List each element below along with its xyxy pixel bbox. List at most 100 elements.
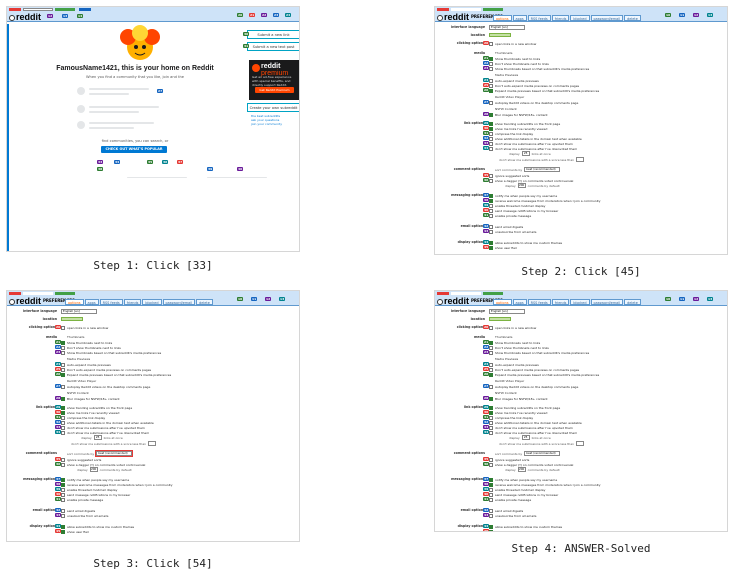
checkbox[interactable] xyxy=(61,508,65,513)
create-subreddit-button[interactable]: Create your own subreddit xyxy=(247,103,299,112)
interface-language-select[interactable]: English [en] xyxy=(489,25,525,30)
tab-4[interactable]: blocked xyxy=(570,299,590,305)
tab-3[interactable]: friends xyxy=(551,299,570,305)
checkbox[interactable] xyxy=(489,203,493,208)
checkbox[interactable] xyxy=(61,367,65,372)
tab-6[interactable]: delete xyxy=(196,299,213,305)
links-number[interactable]: 25 xyxy=(521,151,530,156)
checkbox[interactable] xyxy=(61,415,65,420)
tab-5[interactable]: password/email xyxy=(590,299,624,305)
checkbox[interactable] xyxy=(489,131,493,136)
checkbox[interactable] xyxy=(489,497,493,502)
checkbox[interactable] xyxy=(61,345,65,350)
checkbox[interactable] xyxy=(61,487,65,492)
checkbox[interactable] xyxy=(61,350,65,355)
checkbox[interactable] xyxy=(489,372,493,377)
checkbox[interactable] xyxy=(489,56,493,61)
tab-0[interactable]: options xyxy=(493,299,512,305)
tab-3[interactable]: friends xyxy=(123,299,142,305)
tab-0[interactable]: options xyxy=(493,15,512,21)
location-select[interactable] xyxy=(489,317,511,321)
pref-option[interactable]: unsubscribe from all emails xyxy=(61,513,108,518)
pref-option[interactable]: open links in a new window xyxy=(489,325,536,330)
tab-2[interactable]: RSS feeds xyxy=(527,15,551,21)
checkbox[interactable] xyxy=(489,457,493,462)
pref-option[interactable]: unsubscribe from all emails xyxy=(489,229,536,234)
tab-5[interactable]: password/email xyxy=(590,15,624,21)
tab-4[interactable]: blocked xyxy=(570,15,590,21)
checkbox[interactable] xyxy=(489,384,493,389)
checkbox[interactable] xyxy=(489,88,493,93)
pref-option[interactable]: Expand media previews based on that subr… xyxy=(61,372,171,377)
checkbox[interactable] xyxy=(61,462,65,467)
checkbox[interactable] xyxy=(489,229,493,234)
submit-link-button[interactable]: Submit a new link xyxy=(247,30,299,39)
checkbox[interactable] xyxy=(61,529,65,534)
checkbox[interactable] xyxy=(489,100,493,105)
checkbox[interactable] xyxy=(489,66,493,71)
comments-number[interactable]: 200 xyxy=(89,467,98,472)
pref-option[interactable]: unsubscribe from all emails xyxy=(489,513,536,518)
tab-4[interactable]: blocked xyxy=(142,299,162,305)
checkbox[interactable] xyxy=(61,410,65,415)
sort-select[interactable]: best (recommended) xyxy=(95,450,134,457)
score-number[interactable] xyxy=(576,157,585,162)
pref-option[interactable]: enable private message xyxy=(61,497,103,502)
checkbox[interactable] xyxy=(61,430,65,435)
tab-0[interactable]: options xyxy=(65,299,84,305)
pref-option[interactable]: open links in a new window xyxy=(61,325,108,330)
pref-option[interactable]: Expand media previews based on that subr… xyxy=(489,88,599,93)
pref-option[interactable]: Blur images for NSFW/18+ content xyxy=(489,396,548,401)
checkbox[interactable] xyxy=(61,405,65,410)
language-select[interactable]: English [en] xyxy=(489,25,525,30)
checkbox[interactable] xyxy=(61,524,65,529)
language-select[interactable]: English [en] xyxy=(489,309,525,314)
checkbox[interactable] xyxy=(489,41,493,46)
checkbox[interactable] xyxy=(61,425,65,430)
links-number[interactable]: 25 xyxy=(93,435,102,440)
checkbox[interactable] xyxy=(489,513,493,518)
comments-number[interactable]: 200 xyxy=(517,183,526,188)
pref-option[interactable]: Blur images for NSFW/18+ content xyxy=(61,396,120,401)
checkbox[interactable] xyxy=(489,193,493,198)
tab-1[interactable]: apps xyxy=(512,299,527,305)
checkbox[interactable] xyxy=(61,497,65,502)
tab-2[interactable]: RSS feeds xyxy=(527,299,551,305)
popular-button[interactable]: CHECK OUT WHAT'S POPULAR xyxy=(101,146,167,153)
checkbox[interactable] xyxy=(489,208,493,213)
pref-option[interactable]: enable private message xyxy=(489,213,531,218)
checkbox[interactable] xyxy=(61,420,65,425)
sort-select[interactable]: best (recommended) xyxy=(524,167,561,172)
reddit-logo[interactable]: reddit xyxy=(9,12,41,22)
interface-language-select[interactable]: English [en] xyxy=(489,309,525,314)
checkbox[interactable] xyxy=(61,384,65,389)
pref-option[interactable]: Expand media previews based on that subr… xyxy=(489,372,599,377)
checkbox[interactable] xyxy=(489,173,493,178)
score-number[interactable] xyxy=(576,441,585,446)
checkbox[interactable] xyxy=(489,136,493,141)
checkbox[interactable] xyxy=(489,146,493,151)
checkbox[interactable] xyxy=(489,492,493,497)
checkbox[interactable] xyxy=(489,410,493,415)
checkbox[interactable] xyxy=(489,405,493,410)
checkbox[interactable] xyxy=(61,513,65,518)
tab-1[interactable]: apps xyxy=(84,299,99,305)
checkbox[interactable] xyxy=(489,425,493,430)
pref-option[interactable]: Show thumbnails based on that subreddit'… xyxy=(61,350,161,355)
pref-option[interactable]: Autoplay Reddit videos on the desktop co… xyxy=(61,384,150,389)
tab-6[interactable]: delete xyxy=(624,15,641,21)
reddit-logo[interactable]: reddit xyxy=(9,296,41,306)
pref-option[interactable]: Show thumbnails based on that subreddit'… xyxy=(489,66,589,71)
checkbox[interactable] xyxy=(489,415,493,420)
checkbox[interactable] xyxy=(489,477,493,482)
submit-text-button[interactable]: Submit a new text post xyxy=(247,42,299,51)
pref-option[interactable]: Show thumbnails based on that subreddit'… xyxy=(489,350,589,355)
checkbox[interactable] xyxy=(61,340,65,345)
checkbox[interactable] xyxy=(489,508,493,513)
checkbox[interactable] xyxy=(489,482,493,487)
checkbox[interactable] xyxy=(61,482,65,487)
checkbox[interactable] xyxy=(61,477,65,482)
interface-language-select[interactable]: English [en] xyxy=(61,309,97,314)
checkbox[interactable] xyxy=(61,362,65,367)
tab-2[interactable]: RSS feeds xyxy=(99,299,123,305)
